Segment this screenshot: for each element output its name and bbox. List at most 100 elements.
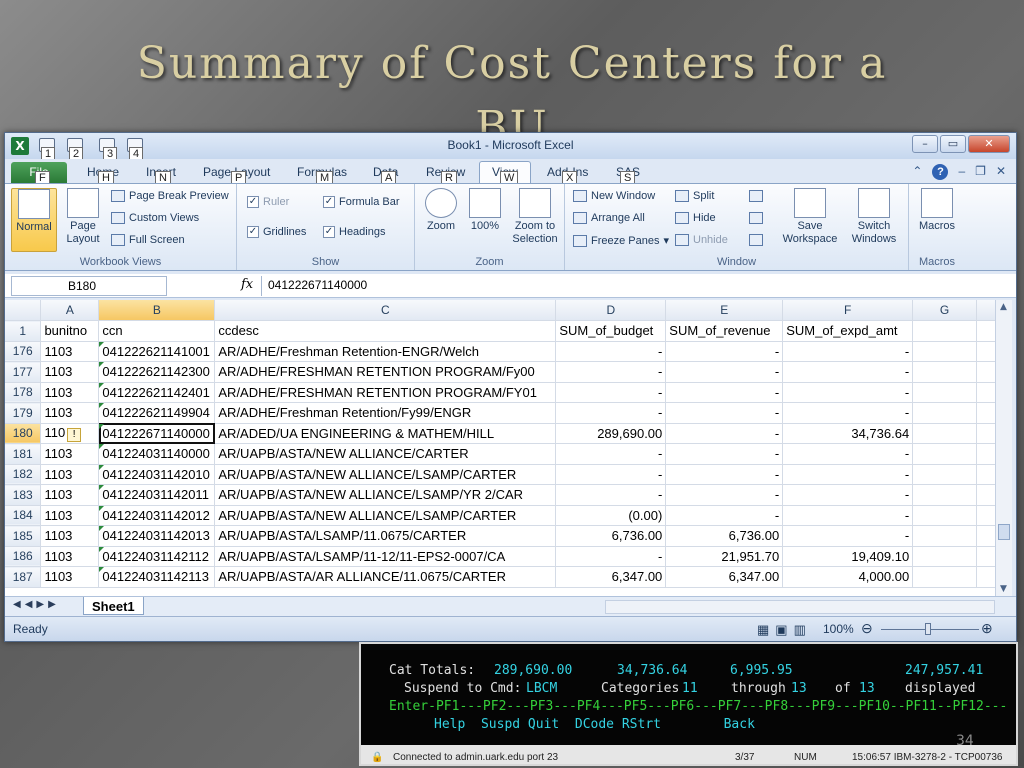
chevron-up-icon[interactable]: ⌃ (912, 164, 922, 180)
table-cell[interactable]: bunitno (40, 320, 100, 342)
expd-amt-cell[interactable]: - (782, 382, 914, 403)
gridlines-checkbox[interactable]: ✓ Gridlines (247, 226, 306, 238)
expd-amt-cell[interactable]: - (782, 443, 914, 465)
column-header[interactable]: C (214, 300, 557, 321)
revenue-cell[interactable]: - (665, 382, 784, 403)
expd-amt-cell[interactable]: - (782, 505, 914, 526)
ccdesc-cell[interactable]: AR/UAPB/ASTA/NEW ALLIANCE/LSAMP/CARTER (214, 464, 557, 485)
bunitno-cell[interactable]: 1103 (40, 505, 100, 526)
expd-amt-cell[interactable]: - (782, 525, 914, 547)
pf-key-actions[interactable]: Help Suspd Quit DCode RStrt Back (434, 716, 755, 734)
ccn-cell[interactable]: 041224031142112 (98, 546, 216, 567)
ccn-cell[interactable]: 041222621149904 (98, 402, 216, 424)
row-header[interactable]: 183 (5, 484, 42, 506)
select-all-corner[interactable] (5, 300, 42, 321)
ccn-cell[interactable]: 041224031142013 (98, 525, 216, 547)
revenue-cell[interactable]: - (665, 505, 784, 526)
row-header[interactable]: 1 (5, 320, 42, 342)
row-header[interactable]: 186 (5, 546, 42, 567)
ccdesc-cell[interactable]: AR/UAPB/ASTA/LSAMP/11.0675/CARTER (214, 525, 557, 547)
budget-cell[interactable]: - (555, 341, 667, 362)
column-header[interactable]: D (555, 300, 667, 321)
ccdesc-cell[interactable]: AR/UAPB/ASTA/AR ALLIANCE/11.0675/CARTER (214, 566, 557, 588)
bunitno-cell[interactable]: 110! (40, 423, 100, 444)
expd-amt-cell[interactable]: - (782, 402, 914, 424)
minimize-button[interactable]: – (912, 135, 938, 153)
switch-windows-button[interactable]: Switch Windows (843, 188, 905, 246)
empty-cell[interactable] (912, 525, 977, 547)
unhide-button[interactable]: Unhide (675, 234, 728, 246)
revenue-cell[interactable]: 6,347.00 (665, 566, 784, 588)
zoom-out-icon[interactable]: ⊖ (861, 620, 873, 637)
zoom-in-icon[interactable]: ⊕ (981, 620, 993, 637)
ccn-cell[interactable]: 041224031142011 (98, 484, 216, 506)
ccn-cell[interactable]: 041224031142010 (98, 464, 216, 485)
empty-cell[interactable] (912, 464, 977, 485)
column-header[interactable]: A (40, 300, 100, 321)
column-header[interactable]: F (782, 300, 914, 321)
arrange-all-button[interactable]: Arrange All (573, 212, 645, 224)
split-button[interactable]: Split (675, 190, 714, 202)
hide-button[interactable]: Hide (675, 212, 716, 224)
table-cell[interactable]: SUM_of_expd_amt (782, 320, 914, 342)
page-break-preview-button[interactable]: Page Break Preview (111, 190, 229, 202)
budget-cell[interactable]: - (555, 402, 667, 424)
row-header[interactable]: 178 (5, 382, 42, 403)
empty-cell[interactable] (912, 361, 977, 383)
ccn-cell[interactable]: 041222621142401 (98, 382, 216, 403)
column-header[interactable]: G (912, 300, 977, 321)
row-header[interactable]: 181 (5, 443, 42, 465)
reset-window-position-button[interactable] (749, 234, 763, 246)
ccn-cell[interactable]: 041224031140000 (98, 443, 216, 465)
table-cell[interactable] (912, 320, 977, 342)
column-header[interactable]: E (665, 300, 784, 321)
revenue-cell[interactable]: - (665, 402, 784, 424)
zoom-to-selection-button[interactable]: Zoom to Selection (509, 188, 561, 246)
macros-button[interactable]: Macros (915, 188, 959, 233)
ccdesc-cell[interactable]: AR/UAPB/ASTA/LSAMP/11-12/11-EPS2-0007/CA (214, 546, 557, 567)
headings-checkbox[interactable]: ✓ Headings (323, 226, 385, 238)
table-cell[interactable]: ccn (98, 320, 216, 342)
error-warning-icon[interactable]: ! (67, 427, 82, 442)
budget-cell[interactable]: 6,736.00 (555, 525, 667, 547)
expd-amt-cell[interactable]: - (782, 341, 914, 362)
zoom-level[interactable]: 100% (823, 622, 854, 636)
ccdesc-cell[interactable]: AR/UAPB/ASTA/NEW ALLIANCE/LSAMP/YR 2/CAR (214, 484, 557, 506)
empty-cell[interactable] (912, 402, 977, 424)
ccn-cell[interactable]: 041222621142300 (98, 361, 216, 383)
revenue-cell[interactable]: - (665, 361, 784, 383)
row-header[interactable]: 176 (5, 341, 42, 362)
ccdesc-cell[interactable]: AR/UAPB/ASTA/NEW ALLIANCE/LSAMP/CARTER (214, 505, 557, 526)
normal-view-button[interactable]: Normal (11, 188, 57, 252)
row-header[interactable]: 180 (5, 423, 42, 444)
ccdesc-cell[interactable]: AR/ADHE/FRESHMAN RETENTION PROGRAM/FY01 (214, 382, 557, 403)
bunitno-cell[interactable]: 1103 (40, 464, 100, 485)
revenue-cell[interactable]: - (665, 484, 784, 506)
empty-cell[interactable] (912, 484, 977, 506)
ccn-cell[interactable]: 041222671140000 (98, 423, 216, 444)
column-header[interactable]: B (98, 300, 216, 321)
sheet-tab-sheet1[interactable]: Sheet1 (83, 597, 144, 615)
budget-cell[interactable]: 6,347.00 (555, 566, 667, 588)
empty-cell[interactable] (912, 566, 977, 588)
budget-cell[interactable]: - (555, 382, 667, 403)
formula-input[interactable]: 041222671140000 (261, 276, 994, 296)
revenue-cell[interactable]: - (665, 464, 784, 485)
view-side-by-side-button[interactable] (749, 190, 763, 202)
custom-views-button[interactable]: Custom Views (111, 212, 199, 224)
budget-cell[interactable]: - (555, 546, 667, 567)
help-icon[interactable]: ? (932, 164, 949, 180)
ccn-cell[interactable]: 041224031142012 (98, 505, 216, 526)
scroll-up-icon[interactable]: ▲ (1000, 302, 1007, 312)
zoom-slider-thumb[interactable] (925, 623, 931, 635)
scrollbar-thumb[interactable] (998, 524, 1010, 540)
scroll-down-icon[interactable]: ▼ (1000, 584, 1007, 594)
horizontal-scrollbar[interactable] (605, 600, 995, 614)
ccn-cell[interactable]: 041224031142113 (98, 566, 216, 588)
bunitno-cell[interactable]: 1103 (40, 484, 100, 506)
revenue-cell[interactable]: 21,951.70 (665, 546, 784, 567)
budget-cell[interactable]: - (555, 484, 667, 506)
view-buttons-icon[interactable]: ▦▣▥ (757, 622, 812, 638)
worksheet-grid[interactable]: A B C D E F G 1 bunitno ccn ccdesc SUM_o… (5, 300, 1001, 596)
save-workspace-button[interactable]: Save Workspace (779, 188, 841, 246)
